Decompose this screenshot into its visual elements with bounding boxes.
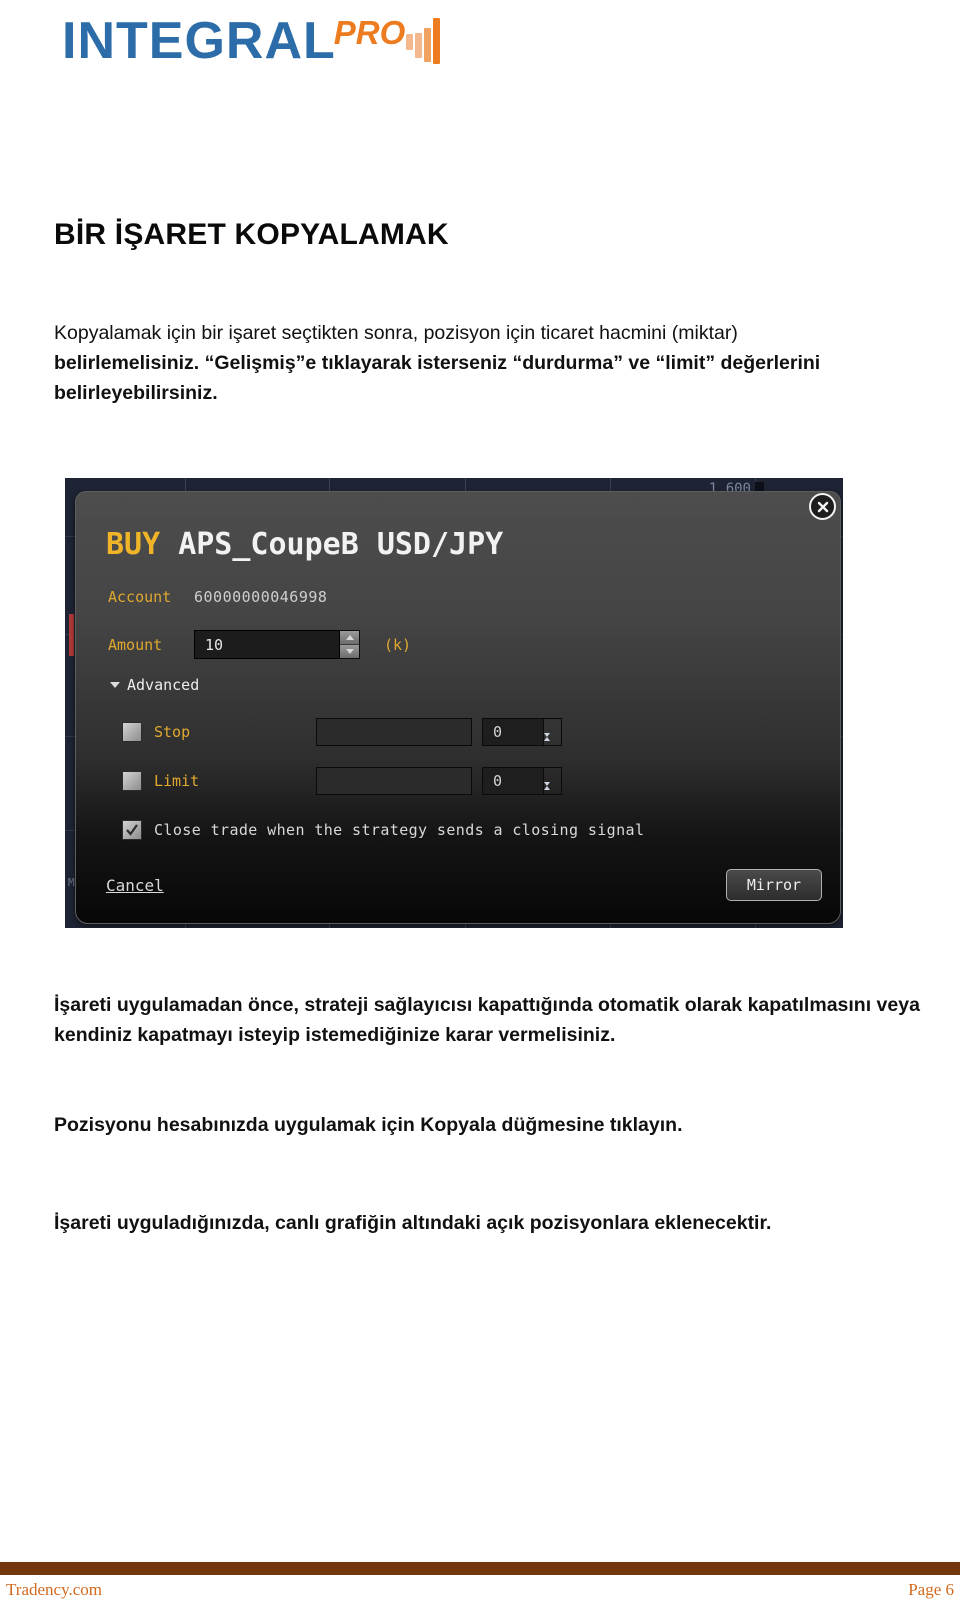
page-footer: Tradency.com Page 6: [0, 1580, 960, 1600]
limit-row: Limit 0: [122, 767, 822, 804]
limit-label: Limit: [154, 772, 200, 790]
limit-points-stepper[interactable]: [544, 767, 562, 804]
amount-unit-label: (k): [384, 635, 412, 654]
stop-label: Stop: [154, 723, 191, 741]
trade-side-label: BUY: [106, 527, 161, 562]
dialog-title: BUY APS_CoupeB USD/JPY: [106, 527, 503, 562]
mirror-trade-dialog: BUY APS_CoupeB USD/JPY Account 60000000046…: [75, 491, 841, 924]
stop-points-stepper[interactable]: [544, 718, 562, 755]
intro-line-2: belirlemelisiniz. “Gelişmiş”e tıklayarak…: [54, 352, 821, 374]
stop-checkbox[interactable]: [122, 722, 142, 742]
stop-row: Stop 0: [122, 718, 822, 755]
dialog-actions: Cancel Mirror: [76, 869, 840, 901]
amount-input[interactable]: 10: [194, 630, 340, 659]
advanced-toggle[interactable]: Advanced: [110, 676, 199, 694]
mirror-button[interactable]: Mirror: [726, 869, 822, 901]
document-page: INTEGRAL PRO BİR İŞARET KOPYALAMAK Kopya…: [0, 0, 960, 1605]
limit-points-stepper-down[interactable]: [544, 782, 561, 804]
advanced-label: Advanced: [127, 676, 200, 694]
chevron-down-icon: [110, 682, 120, 688]
stop-points-stepper-down[interactable]: [544, 733, 561, 755]
amount-stepper-up[interactable]: [340, 631, 359, 645]
intro-paragraph: Kopyalamak için bir işaret seçtikten son…: [54, 318, 894, 408]
amount-row: Amount 10 (k): [108, 630, 411, 659]
close-signal-label: Close trade when the strategy sends a cl…: [154, 821, 645, 839]
limit-checkbox[interactable]: [122, 771, 142, 791]
account-value: 60000000046998: [194, 588, 328, 606]
paragraph-after-c: İşareti uyguladığınızda, canlı grafiğin …: [54, 1212, 772, 1234]
footer-page-number: Page 6: [908, 1580, 954, 1599]
page-title: BİR İŞARET KOPYALAMAK: [54, 218, 449, 251]
paragraph-after-b: Pozisyonu hesabınızda uygulamak için Kop…: [54, 1114, 683, 1136]
footer-site-label: Tradency.com: [6, 1580, 102, 1599]
amount-stepper-down[interactable]: [340, 645, 359, 658]
app-screenshot: 1.600 M BUY APS_CoupeB USD/JPY Account 600…: [65, 478, 843, 928]
currency-pair-label: USD/JPY: [376, 527, 504, 562]
stop-points-input[interactable]: 0: [482, 718, 544, 746]
brand-logo: INTEGRAL PRO: [62, 10, 441, 72]
close-icon[interactable]: [809, 493, 836, 520]
logo-text-integral: INTEGRAL: [62, 12, 336, 70]
account-label: Account: [108, 588, 172, 606]
amount-label: Amount: [108, 635, 163, 654]
logo-bars-icon: [406, 18, 441, 64]
stop-price-input[interactable]: [316, 718, 472, 746]
paragraph-after-a: İşareti uygulamadan önce, strateji sağla…: [54, 994, 920, 1046]
intro-line-3: belirleyebilirsiniz.: [54, 382, 218, 404]
close-signal-checkbox[interactable]: [122, 820, 142, 840]
cancel-button[interactable]: Cancel: [106, 876, 164, 895]
logo-text-pro: PRO: [333, 14, 406, 51]
limit-points-input[interactable]: 0: [482, 767, 544, 795]
close-signal-row[interactable]: Close trade when the strategy sends a cl…: [122, 820, 644, 840]
limit-price-input[interactable]: [316, 767, 472, 795]
strategy-name-label: APS_CoupeB: [178, 527, 359, 562]
account-row: Account 60000000046998: [108, 588, 327, 606]
footer-divider: [0, 1562, 960, 1575]
intro-line-1: Kopyalamak için bir işaret seçtikten son…: [54, 322, 738, 344]
amount-stepper[interactable]: [340, 630, 360, 659]
